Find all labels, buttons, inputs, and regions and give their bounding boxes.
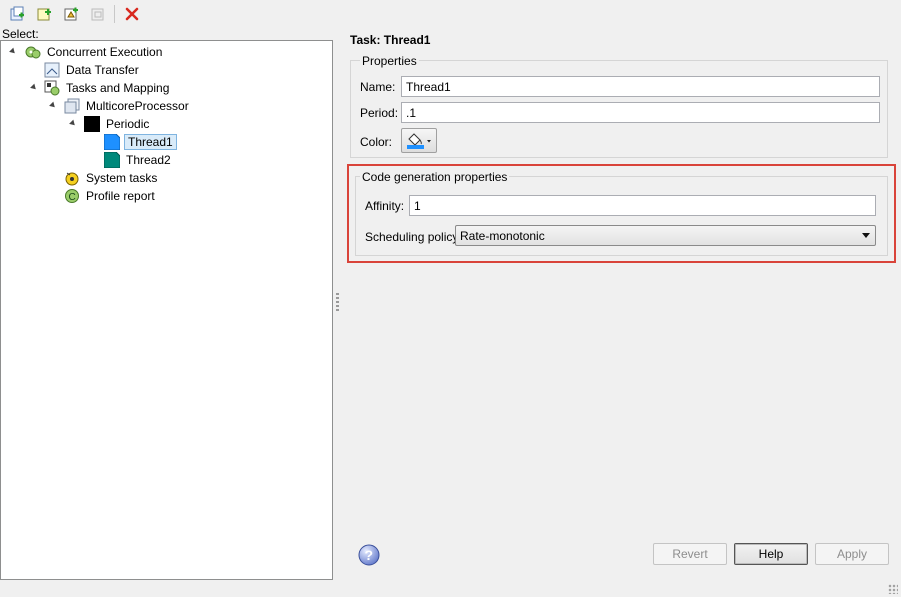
select-label: Select:	[2, 27, 39, 41]
toolbar-separator	[114, 4, 115, 23]
delete-icon[interactable]	[121, 3, 142, 24]
resize-grip-icon[interactable]	[888, 584, 898, 594]
tree-item-system-tasks[interactable]: System tasks	[64, 169, 159, 186]
add-task-group-icon	[87, 3, 108, 24]
tree-item-label: MulticoreProcessor	[86, 98, 189, 113]
processor-icon	[64, 98, 80, 113]
color-label: Color:	[360, 135, 393, 149]
color-picker-button[interactable]	[401, 128, 437, 153]
tree-item-tasks-and-mapping[interactable]: Tasks and Mapping	[44, 79, 171, 96]
profile-report-icon: C	[65, 188, 79, 203]
tree-panel[interactable]: Concurrent Execution Data Transfer Tasks…	[0, 40, 333, 580]
page-title: Task: Thread1	[350, 33, 431, 47]
period-field[interactable]: .1	[401, 102, 880, 123]
tree-item-data-transfer[interactable]: Data Transfer	[44, 61, 141, 78]
tree-item-label: Profile report	[86, 188, 155, 203]
add-aperiodic-trigger-icon[interactable]	[60, 3, 81, 24]
expand-arrow-icon[interactable]	[30, 83, 38, 92]
properties-legend: Properties	[360, 54, 419, 68]
expand-arrow-icon[interactable]	[49, 101, 57, 110]
name-field[interactable]: Thread1	[401, 76, 880, 97]
tree-item-periodic[interactable]: Periodic	[84, 115, 151, 132]
tree-item-label: Data Transfer	[66, 62, 139, 77]
help-button[interactable]: Help	[734, 543, 808, 565]
paint-bucket-icon	[407, 132, 431, 149]
expand-arrow-icon[interactable]	[69, 119, 77, 128]
highlight-box	[347, 164, 896, 263]
tree-item-profile-report[interactable]: C Profile report	[64, 187, 157, 204]
svg-text:?: ?	[365, 547, 374, 563]
system-tasks-icon	[65, 172, 79, 185]
revert-button[interactable]: Revert	[653, 543, 727, 565]
tree-item-thread2[interactable]: Thread2	[104, 151, 173, 168]
periodic-trigger-icon	[84, 115, 100, 132]
tree-item-thread1[interactable]: Thread1	[104, 133, 177, 150]
svg-text:C: C	[69, 192, 76, 203]
name-label: Name:	[360, 80, 396, 94]
tree-item-label: Thread2	[126, 152, 171, 167]
add-task-icon[interactable]	[6, 3, 27, 24]
tree-item-label: Concurrent Execution	[47, 44, 163, 59]
splitter-handle[interactable]	[336, 293, 339, 313]
tasks-mapping-icon	[44, 80, 60, 95]
tree-item-concurrent-execution[interactable]: Concurrent Execution	[25, 43, 164, 60]
concurrent-execution-icon	[25, 46, 41, 58]
apply-button[interactable]: Apply	[815, 543, 889, 565]
toolbar	[0, 0, 901, 27]
tree-item-label: Tasks and Mapping	[66, 80, 170, 95]
tree-item-label: System tasks	[86, 170, 158, 185]
task-color-icon	[104, 133, 120, 150]
help-icon[interactable]: ?	[358, 544, 380, 566]
tree-item-multicore-processor[interactable]: MulticoreProcessor	[64, 97, 191, 114]
tree-item-label: Periodic	[106, 116, 150, 131]
task-color-icon	[104, 151, 120, 168]
expand-arrow-icon[interactable]	[9, 47, 17, 56]
period-label: Period:	[360, 106, 399, 120]
tree-item-label: Thread1	[124, 133, 177, 150]
add-periodic-trigger-icon[interactable]	[33, 3, 54, 24]
data-transfer-icon	[44, 62, 60, 77]
